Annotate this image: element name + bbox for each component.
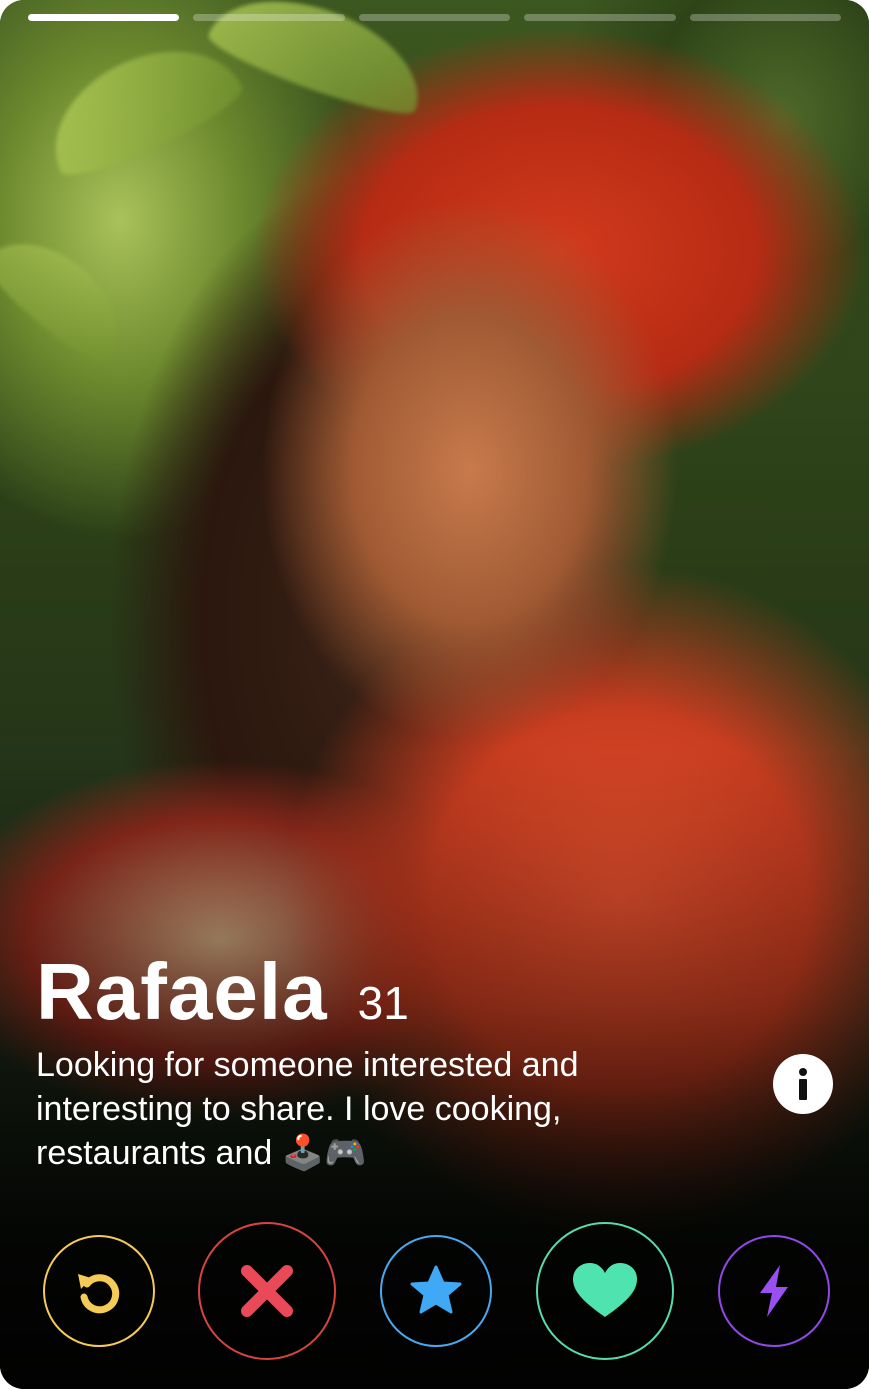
name-age-row: Rafaela 31 [36, 946, 409, 1038]
heart-icon [573, 1263, 637, 1317]
profile-card[interactable]: Rafaela 31 Looking for someone intereste… [0, 0, 869, 1389]
photo-indicator[interactable] [193, 14, 345, 21]
photo-indicator[interactable] [524, 14, 676, 21]
lightning-icon [760, 1265, 788, 1317]
nope-button[interactable] [198, 1222, 336, 1360]
like-button[interactable] [536, 1222, 674, 1360]
photo-progress-bar [28, 14, 842, 21]
photo-indicator[interactable] [689, 14, 842, 21]
profile-name: Rafaela [36, 947, 328, 1036]
info-button[interactable] [773, 1054, 833, 1114]
profile-age: 31 [357, 977, 409, 1029]
photo-indicator-active[interactable] [28, 14, 180, 21]
super-like-button[interactable] [380, 1235, 492, 1347]
boost-button[interactable] [718, 1235, 830, 1347]
close-icon [241, 1265, 293, 1317]
rewind-icon [78, 1274, 120, 1314]
profile-bio: Looking for someone interested and inter… [36, 1046, 579, 1172]
photo-indicator[interactable] [358, 14, 511, 21]
star-icon [410, 1265, 462, 1314]
info-icon [799, 1068, 807, 1100]
rewind-button[interactable] [43, 1235, 155, 1347]
